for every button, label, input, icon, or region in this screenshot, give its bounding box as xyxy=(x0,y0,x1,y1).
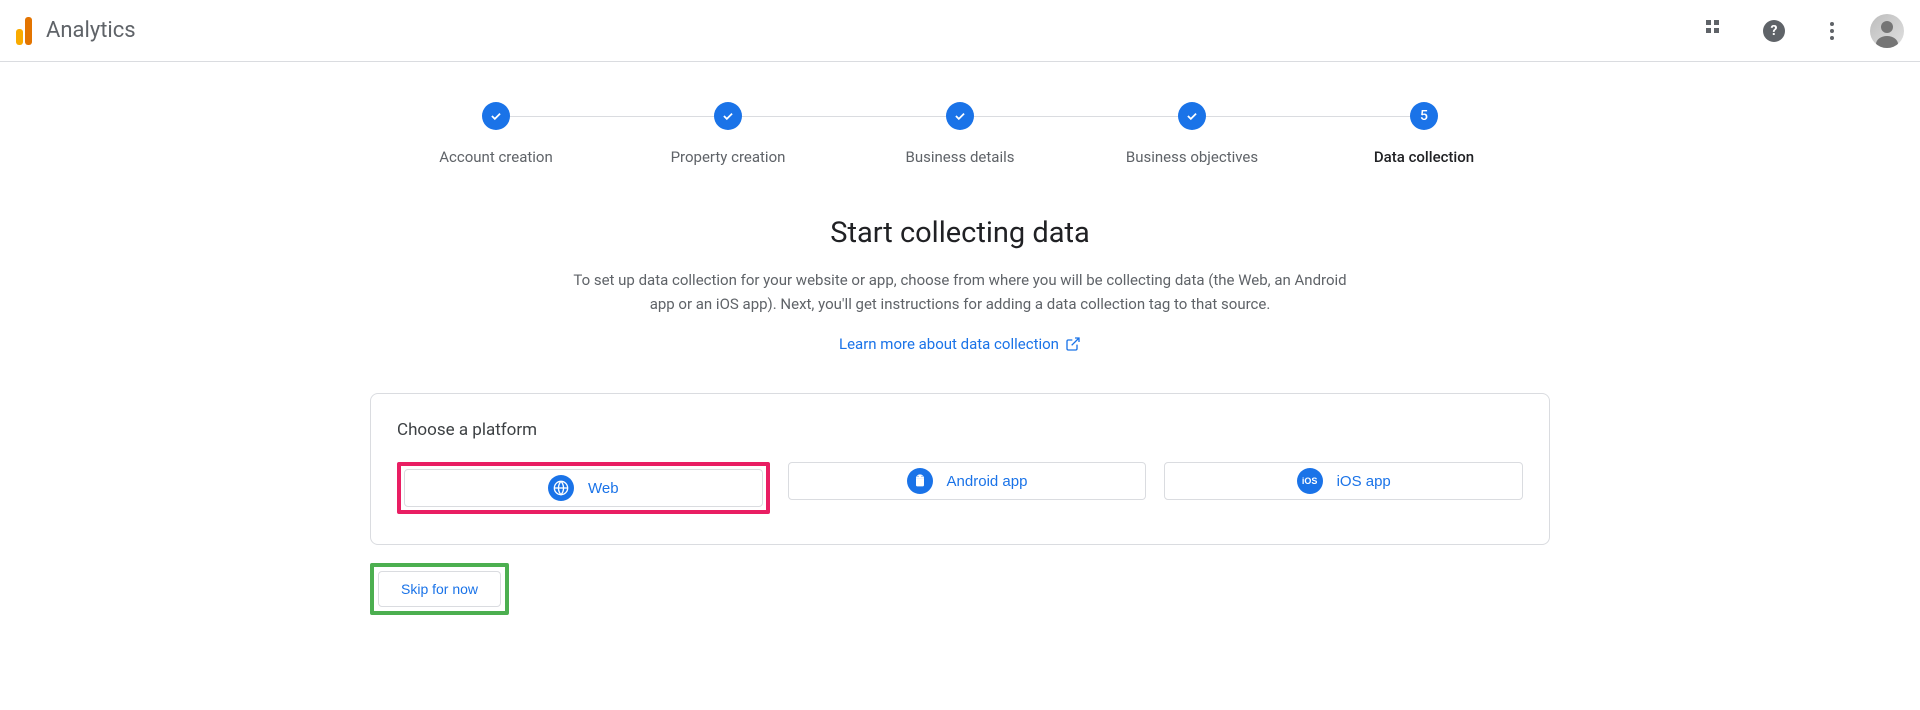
step-label: Business details xyxy=(906,148,1015,166)
platform-android-label: Android app xyxy=(947,473,1028,490)
stepper: Account creation Property creation Busin… xyxy=(360,102,1560,166)
help-icon[interactable]: ? xyxy=(1754,11,1794,51)
external-link-icon xyxy=(1065,336,1081,352)
globe-icon xyxy=(548,475,574,501)
learn-more-link[interactable]: Learn more about data collection xyxy=(839,335,1081,353)
app-header: Analytics ? xyxy=(0,0,1920,62)
highlight-web: Web xyxy=(397,462,770,514)
platform-card: Choose a platform Web Android app xyxy=(370,393,1550,545)
step-business-details: Business details xyxy=(844,102,1076,166)
step-business-objectives: Business objectives xyxy=(1076,102,1308,166)
skip-section: Skip for now xyxy=(370,563,1550,615)
step-data-collection: 5 Data collection xyxy=(1308,102,1540,166)
content-section: Start collecting data To set up data col… xyxy=(550,216,1370,353)
learn-more-label: Learn more about data collection xyxy=(839,335,1059,353)
platform-web-label: Web xyxy=(588,480,619,497)
step-check-icon xyxy=(946,102,974,130)
skip-label: Skip for now xyxy=(401,581,478,597)
step-check-icon xyxy=(482,102,510,130)
step-label: Data collection xyxy=(1374,148,1474,166)
step-label: Property creation xyxy=(671,148,786,166)
skip-button[interactable]: Skip for now xyxy=(378,571,501,607)
step-label: Business objectives xyxy=(1126,148,1258,166)
highlight-skip: Skip for now xyxy=(370,563,509,615)
header-left: Analytics xyxy=(16,17,136,45)
platform-ios-wrap: iOS iOS app xyxy=(1164,462,1523,514)
platform-web-button[interactable]: Web xyxy=(404,469,763,507)
ios-icon: iOS xyxy=(1297,468,1323,494)
platform-android-button[interactable]: Android app xyxy=(788,462,1147,500)
platform-ios-button[interactable]: iOS iOS app xyxy=(1164,462,1523,500)
header-right: ? xyxy=(1696,11,1904,51)
step-label: Account creation xyxy=(439,148,553,166)
apps-icon[interactable] xyxy=(1696,11,1736,51)
card-title: Choose a platform xyxy=(397,420,1523,440)
avatar[interactable] xyxy=(1870,14,1904,48)
step-check-icon xyxy=(1178,102,1206,130)
step-property-creation: Property creation xyxy=(612,102,844,166)
more-icon[interactable] xyxy=(1812,11,1852,51)
platform-ios-label: iOS app xyxy=(1337,473,1391,490)
android-icon xyxy=(907,468,933,494)
page-description: To set up data collection for your websi… xyxy=(570,268,1350,316)
step-account-creation: Account creation xyxy=(380,102,612,166)
platform-android-wrap: Android app xyxy=(788,462,1147,514)
step-check-icon xyxy=(714,102,742,130)
page-heading: Start collecting data xyxy=(570,216,1350,250)
analytics-logo-icon xyxy=(16,17,32,45)
main-content: Account creation Property creation Busin… xyxy=(0,62,1920,710)
product-name: Analytics xyxy=(46,18,136,43)
step-number: 5 xyxy=(1410,102,1438,130)
platform-row: Web Android app iOS iOS app xyxy=(397,462,1523,514)
